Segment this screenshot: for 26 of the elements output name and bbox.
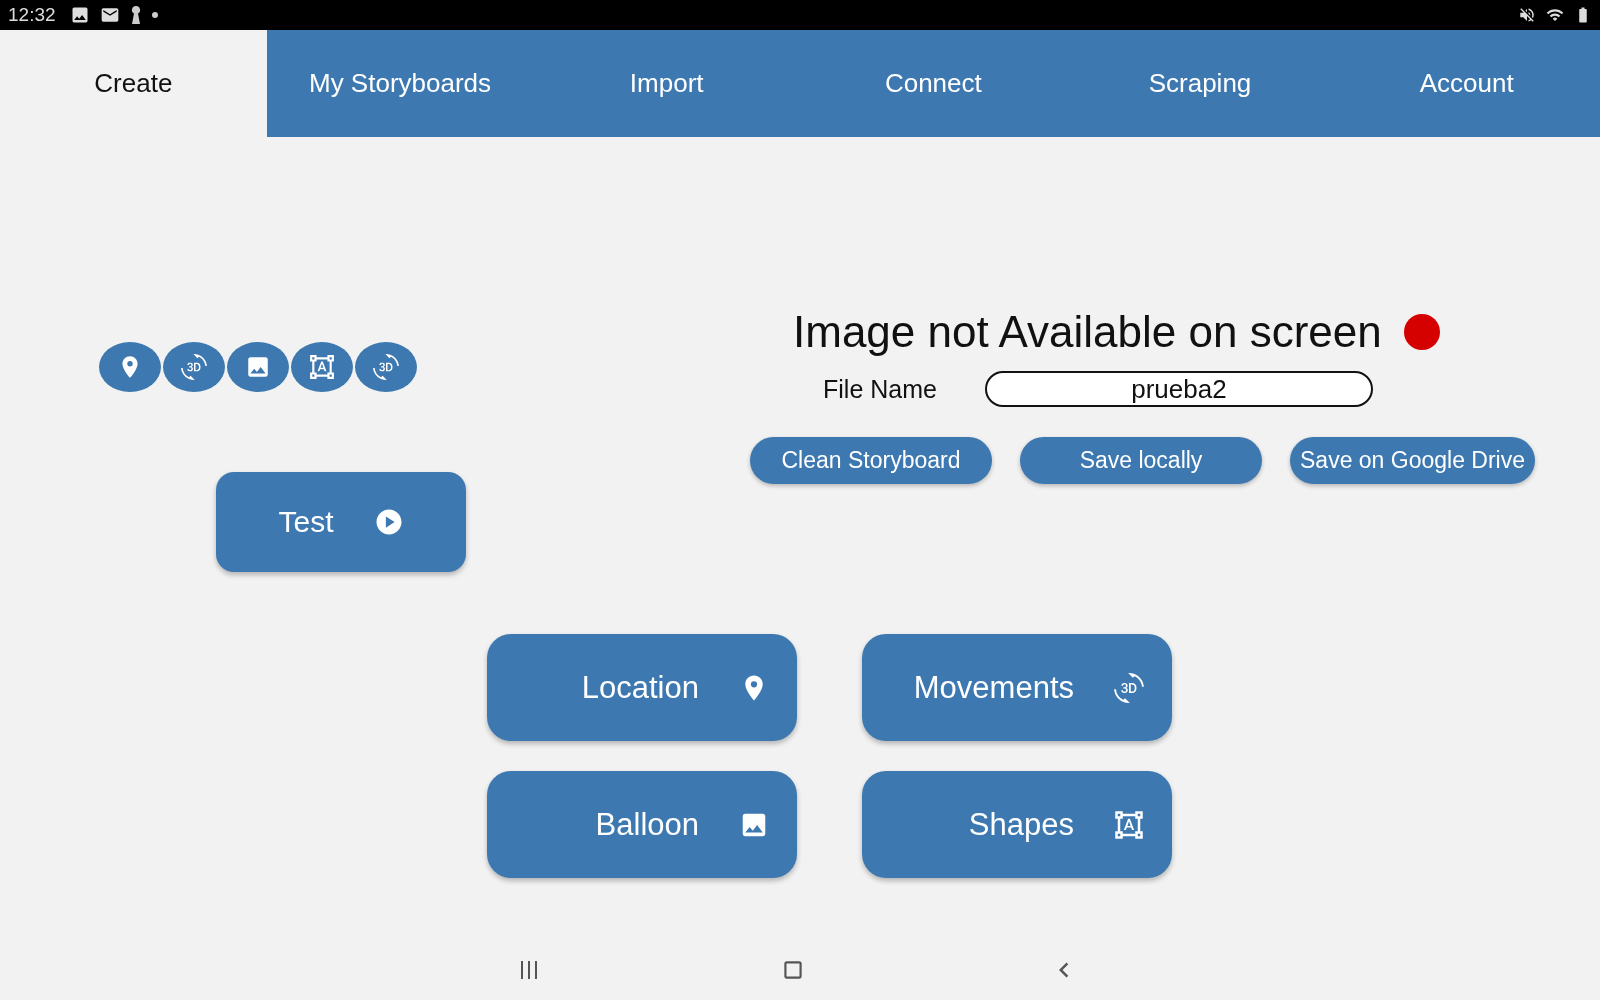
status-time: 12:32 (8, 4, 56, 26)
rotate-3d-icon (181, 354, 207, 380)
action-button[interactable]: Save locally (1020, 437, 1262, 484)
test-button[interactable]: Test (216, 472, 466, 572)
tool-button[interactable]: Balloon (487, 771, 797, 878)
status-dot (1403, 314, 1440, 350)
action-button[interactable]: Clean Storyboard (750, 437, 992, 484)
rotate-3d-icon (1114, 672, 1144, 703)
action-button[interactable]: Save on Google Drive (1290, 437, 1535, 484)
file-name-field[interactable]: prueba2 (984, 371, 1373, 407)
mute-icon (1518, 6, 1536, 24)
text-frame-icon (1114, 809, 1144, 840)
rotate-3d-icon (373, 354, 399, 380)
recent-apps-icon[interactable] (521, 961, 538, 979)
wifi-icon (1546, 6, 1564, 24)
file-name-label: File Name (823, 374, 937, 404)
tool-button[interactable]: Location (487, 634, 797, 741)
keyhole-icon (129, 5, 142, 25)
image-icon (245, 354, 271, 380)
mail-icon (99, 5, 120, 25)
tool-button[interactable]: Movements (862, 634, 1172, 741)
tool-button[interactable]: Shapes (862, 771, 1172, 878)
nav-tab[interactable]: Create (0, 30, 267, 137)
status-message: Image not Available on screen (793, 307, 1382, 357)
text-frame-icon (309, 354, 335, 380)
dot-icon (151, 12, 158, 18)
